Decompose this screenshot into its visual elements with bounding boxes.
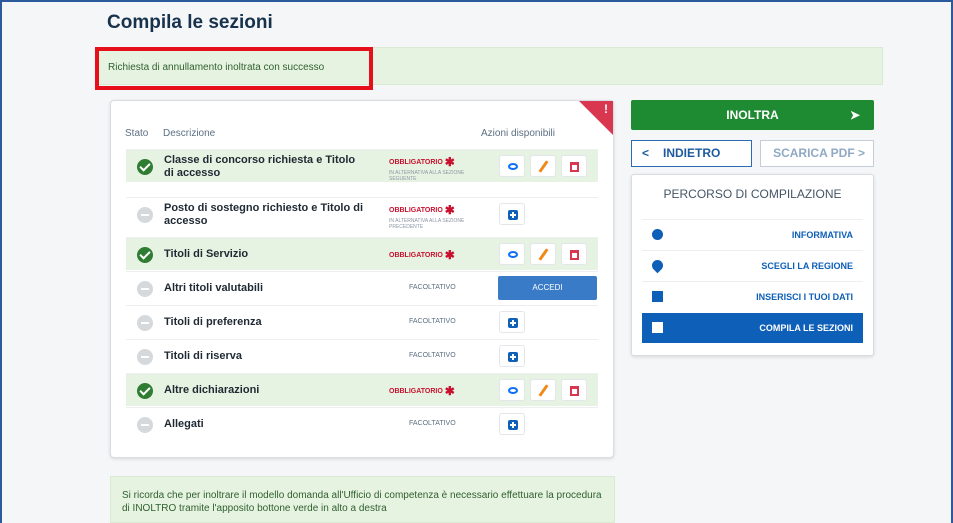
accedi-button[interactable]: ACCEDI	[498, 276, 597, 300]
add-button[interactable]	[499, 311, 525, 333]
percorso-item-informativa[interactable]: INFORMATIVA	[642, 219, 863, 249]
requirement-label: OBBLIGATORIO ✱ IN ALTERNATIVA ALLA SEZION…	[389, 155, 465, 182]
sections-panel: ! Stato Descrizione Azioni disponibili C…	[110, 100, 614, 458]
minus-icon	[137, 281, 153, 297]
minus-icon	[137, 207, 153, 223]
plus-icon	[508, 318, 518, 328]
row-title: Altri titoli valutabili	[164, 282, 264, 294]
pencil-icon	[538, 248, 549, 261]
eye-icon	[508, 251, 518, 258]
check-icon	[137, 383, 153, 399]
indietro-button[interactable]: < INDIETRO	[631, 140, 752, 167]
row-title: Altre dichiarazioni	[164, 384, 260, 396]
minus-icon	[137, 417, 153, 433]
row-title: Allegati	[164, 418, 204, 430]
edit-button[interactable]	[530, 155, 556, 177]
add-button[interactable]	[499, 203, 525, 225]
briefcase-icon	[652, 322, 663, 333]
info-note: Si ricorda che per inoltrare il modello …	[110, 476, 615, 523]
exclamation-icon: !	[604, 102, 608, 116]
header-stato: Stato	[125, 128, 149, 139]
table-row: Titoli di Servizio OBBLIGATORIO ✱	[126, 237, 598, 270]
info-icon	[652, 229, 663, 240]
edit-button[interactable]	[530, 379, 556, 401]
page-title: Compila le sezioni	[107, 12, 273, 33]
table-row: Posto di sostegno richiesto e Titolo di …	[126, 197, 598, 230]
eye-icon	[508, 163, 518, 170]
view-button[interactable]	[499, 155, 525, 177]
highlight-annotation-box	[95, 47, 373, 90]
id-card-icon	[652, 291, 663, 302]
plus-icon	[508, 352, 518, 362]
requirement-label: OBBLIGATORIO ✱ IN ALTERNATIVA ALLA SEZION…	[389, 203, 465, 230]
minus-icon	[137, 315, 153, 331]
inoltra-button[interactable]: INOLTRA ➤	[631, 100, 874, 130]
requirement-label: FACOLTATIVO	[409, 352, 456, 359]
delete-button[interactable]	[561, 379, 587, 401]
view-button[interactable]	[499, 379, 525, 401]
table-row: Altre dichiarazioni OBBLIGATORIO ✱	[126, 373, 598, 406]
edit-button[interactable]	[530, 243, 556, 265]
pencil-icon	[538, 160, 549, 173]
percorso-item-dati[interactable]: INSERISCI I TUOI DATI	[642, 281, 863, 311]
plus-icon	[508, 420, 518, 430]
row-title: Classe di concorso richiesta e Titolo di…	[164, 154, 356, 179]
percorso-panel: PERCORSO DI COMPILAZIONE INFORMATIVA SCE…	[631, 174, 874, 356]
trash-icon	[570, 162, 579, 172]
send-icon: ➤	[849, 108, 860, 122]
scarica-pdf-button[interactable]: SCARICA PDF >	[760, 140, 874, 167]
table-row: Classe di concorso richiesta e Titolo di…	[126, 149, 598, 182]
table-row: Allegati FACOLTATIVO	[126, 407, 598, 440]
requirement-label: OBBLIGATORIO ✱	[389, 248, 455, 262]
percorso-item-regione[interactable]: SCEGLI LA REGIONE	[642, 250, 863, 280]
requirement-label: FACOLTATIVO	[409, 284, 456, 291]
trash-icon	[570, 250, 579, 260]
eye-icon	[508, 387, 518, 394]
row-title: Titoli di riserva	[164, 350, 243, 362]
location-pin-icon	[649, 257, 666, 274]
pencil-icon	[538, 384, 549, 397]
row-title: Titoli di Servizio	[164, 248, 249, 260]
minus-icon	[137, 349, 153, 365]
check-icon	[137, 159, 153, 175]
table-row: Titoli di preferenza FACOLTATIVO	[126, 305, 598, 338]
add-button[interactable]	[499, 345, 525, 367]
chevron-left-icon: <	[642, 146, 650, 160]
percorso-item-sezioni[interactable]: COMPILA LE SEZIONI	[642, 313, 863, 343]
header-azioni: Azioni disponibili	[481, 128, 555, 139]
delete-button[interactable]	[561, 155, 587, 177]
requirement-label: OBBLIGATORIO ✱	[389, 384, 455, 398]
percorso-title: PERCORSO DI COMPILAZIONE	[663, 187, 842, 201]
table-row: Titoli di riserva FACOLTATIVO	[126, 339, 598, 372]
requirement-label: FACOLTATIVO	[409, 420, 456, 427]
requirement-label: FACOLTATIVO	[409, 318, 456, 325]
row-title: Titoli di preferenza	[164, 316, 262, 328]
check-icon	[137, 247, 153, 263]
header-descrizione: Descrizione	[163, 128, 216, 139]
trash-icon	[570, 386, 579, 396]
add-button[interactable]	[499, 413, 525, 435]
delete-button[interactable]	[561, 243, 587, 265]
plus-icon	[508, 210, 518, 220]
row-title: Posto di sostegno richiesto e Titolo di …	[164, 202, 364, 227]
table-row: Altri titoli valutabili FACOLTATIVO ACCE…	[126, 271, 598, 304]
view-button[interactable]	[499, 243, 525, 265]
